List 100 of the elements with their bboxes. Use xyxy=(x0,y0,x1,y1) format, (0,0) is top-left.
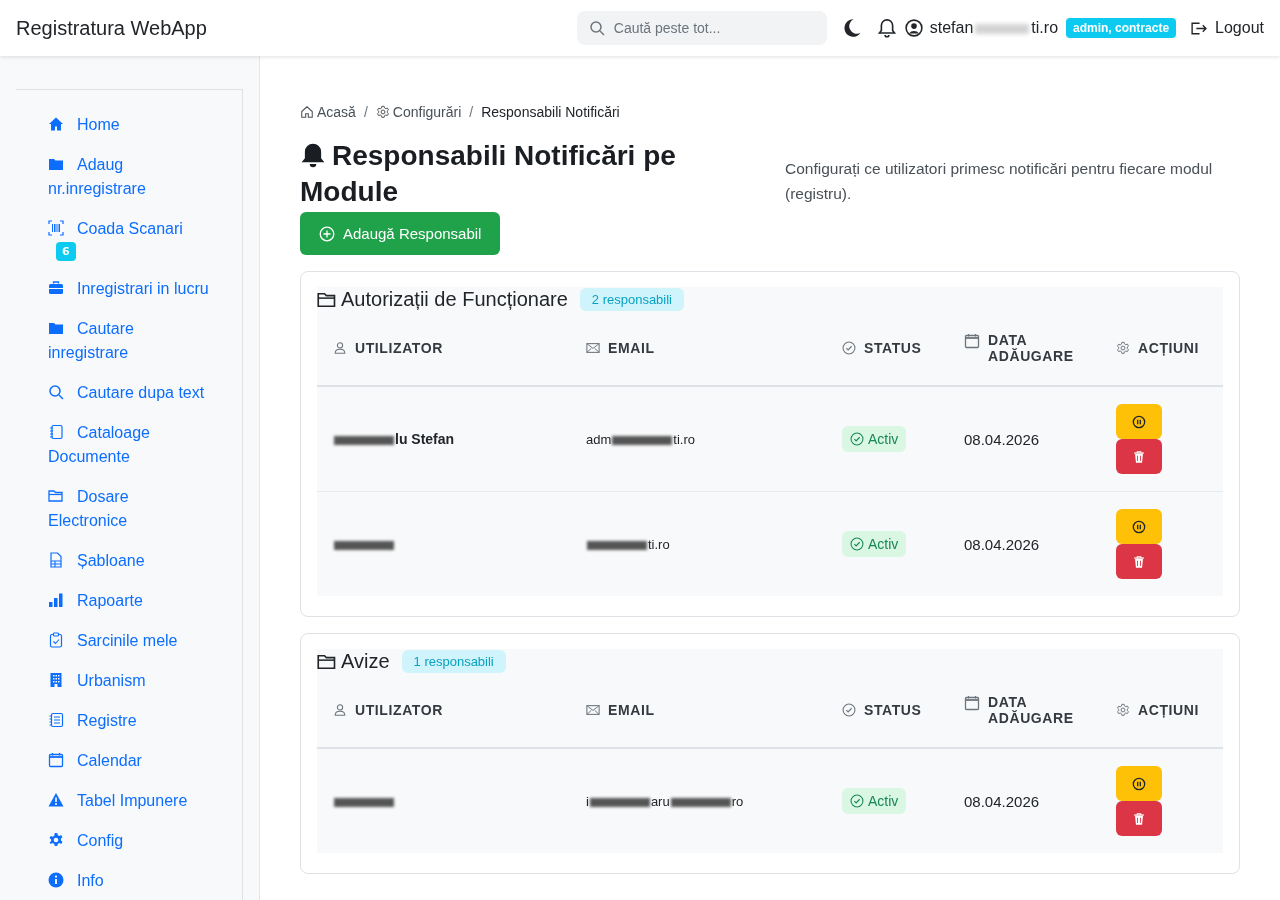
app-title[interactable]: Registratura WebApp xyxy=(16,16,207,40)
notifications-button[interactable] xyxy=(876,18,897,38)
search-field[interactable]: Caută peste tot... xyxy=(576,11,827,45)
redaction-mark xyxy=(334,435,394,445)
pause-icon xyxy=(1132,414,1146,429)
email-text: ti.ro xyxy=(586,537,670,552)
user-icon xyxy=(333,341,347,355)
calendar-icon xyxy=(964,333,980,349)
user-icon xyxy=(904,19,923,37)
pause-icon xyxy=(1132,776,1146,791)
user-icon xyxy=(333,703,347,717)
sidebar-link[interactable]: Registre xyxy=(48,709,209,733)
info-icon xyxy=(48,872,64,888)
sidebar-link[interactable]: Calendar xyxy=(48,749,209,773)
settings-icon xyxy=(1116,341,1130,355)
pause-button[interactable] xyxy=(1116,766,1162,801)
redaction-mark xyxy=(975,23,1030,34)
house-icon xyxy=(300,105,314,119)
house-icon xyxy=(48,116,64,132)
sidebar-link[interactable]: Inregistrari in lucru xyxy=(48,277,209,301)
bell-icon xyxy=(300,142,326,168)
building-icon xyxy=(48,672,64,688)
sidebar-link[interactable]: Tabel Impunere xyxy=(48,789,209,813)
breadcrumb-link[interactable]: Configurări xyxy=(375,104,462,120)
sidebar-link[interactable]: Șabloane xyxy=(48,549,209,573)
sidebar-link[interactable]: Adaug nr.inregistrare xyxy=(48,153,209,201)
sidebar-link[interactable]: Cataloage Documente xyxy=(48,421,209,469)
delete-button[interactable] xyxy=(1116,439,1162,474)
delete-button[interactable] xyxy=(1116,801,1162,836)
logout-link[interactable]: Logout xyxy=(1190,19,1264,37)
breadcrumb-current: Responsabili Notificări xyxy=(481,104,620,120)
column-header: STATUS xyxy=(864,702,923,718)
redaction-mark xyxy=(670,798,731,808)
folder-icon xyxy=(48,320,64,336)
column-header: STATUS xyxy=(864,340,923,356)
notebook-icon xyxy=(48,424,64,440)
add-button[interactable]: Adaugă Responsabil xyxy=(300,212,501,255)
redaction-mark xyxy=(587,541,647,551)
plus-circle-icon xyxy=(319,225,335,242)
trash-icon xyxy=(1132,449,1146,464)
column-header: UTILIZATOR xyxy=(355,340,444,356)
sidebar-link[interactable]: Rapoarte xyxy=(48,589,209,613)
search-icon xyxy=(48,384,64,400)
date-text: 08.04.2026 xyxy=(964,535,1040,553)
sidebar-link[interactable]: Sarcinile mele xyxy=(48,629,209,653)
breadcrumb-link[interactable]: Acasă xyxy=(300,104,356,120)
column-header: ACȚIUNI xyxy=(1138,340,1200,356)
trash-icon xyxy=(1132,554,1146,569)
status-badge: Activ xyxy=(842,426,907,452)
breadcrumb-separator: / xyxy=(363,104,368,120)
column-header: UTILIZATOR xyxy=(355,702,444,718)
status-badge: Activ xyxy=(842,788,907,814)
sidebar-link[interactable]: Cautare inregistrare xyxy=(48,317,209,365)
module-title: Autorizații de Funcționare xyxy=(317,288,568,311)
folder-icon xyxy=(48,156,64,172)
settings-icon xyxy=(48,832,64,848)
pause-button[interactable] xyxy=(1116,404,1162,439)
date-text: 08.04.2026 xyxy=(964,430,1040,448)
pause-icon xyxy=(1132,519,1146,534)
document-icon xyxy=(48,552,64,568)
folder-icon xyxy=(48,488,64,504)
user-name[interactable]: stefan ti.ro xyxy=(929,19,1059,37)
sidebar-link[interactable]: Cautare dupa text xyxy=(48,381,209,405)
page-heading: Responsabili Notificări pe Module xyxy=(300,139,677,209)
redaction-mark xyxy=(334,797,394,807)
sidebar-link[interactable]: Config xyxy=(48,829,209,853)
sidebar-link[interactable]: Home xyxy=(48,113,209,137)
logout-icon xyxy=(1190,19,1208,37)
clipboard-icon xyxy=(48,632,64,648)
check-circle-icon xyxy=(850,794,864,808)
redaction-mark xyxy=(612,436,673,446)
sidebar-link[interactable]: Info xyxy=(48,869,209,893)
check-circle-icon xyxy=(842,703,856,717)
column-header: ACȚIUNI xyxy=(1138,702,1200,718)
email-text: adm ti.ro xyxy=(586,432,695,447)
search-icon xyxy=(588,20,605,36)
count-badge: 6 xyxy=(56,242,76,261)
sidebar-link[interactable]: Coada Scanari xyxy=(48,217,209,241)
sidebar-link[interactable]: Urbanism xyxy=(48,669,209,693)
briefcase-icon xyxy=(48,280,64,296)
pause-button[interactable] xyxy=(1116,509,1162,544)
module-title: Avize xyxy=(317,650,390,673)
warning-icon xyxy=(48,792,64,808)
breadcrumb-separator: / xyxy=(469,104,474,120)
settings-icon xyxy=(375,105,390,119)
check-circle-icon xyxy=(850,432,864,446)
column-header: DATA ADĂUGARE xyxy=(988,694,1075,726)
sidebar-link[interactable]: Dosare Electronice xyxy=(48,485,209,533)
count-badge: 2 responsabili xyxy=(579,288,684,311)
column-header: DATA ADĂUGARE xyxy=(988,332,1075,364)
check-circle-icon xyxy=(842,341,856,355)
user-name: lu Stefan xyxy=(333,431,455,447)
column-header: EMAIL xyxy=(608,340,656,356)
calendar-icon xyxy=(964,695,980,711)
trash-icon xyxy=(1132,811,1146,826)
email-text: i aru ro xyxy=(586,794,744,809)
settings-icon xyxy=(1116,703,1130,717)
barcode-icon xyxy=(48,220,64,236)
count-badge: 1 responsabili xyxy=(401,650,506,673)
delete-button[interactable] xyxy=(1116,544,1162,579)
